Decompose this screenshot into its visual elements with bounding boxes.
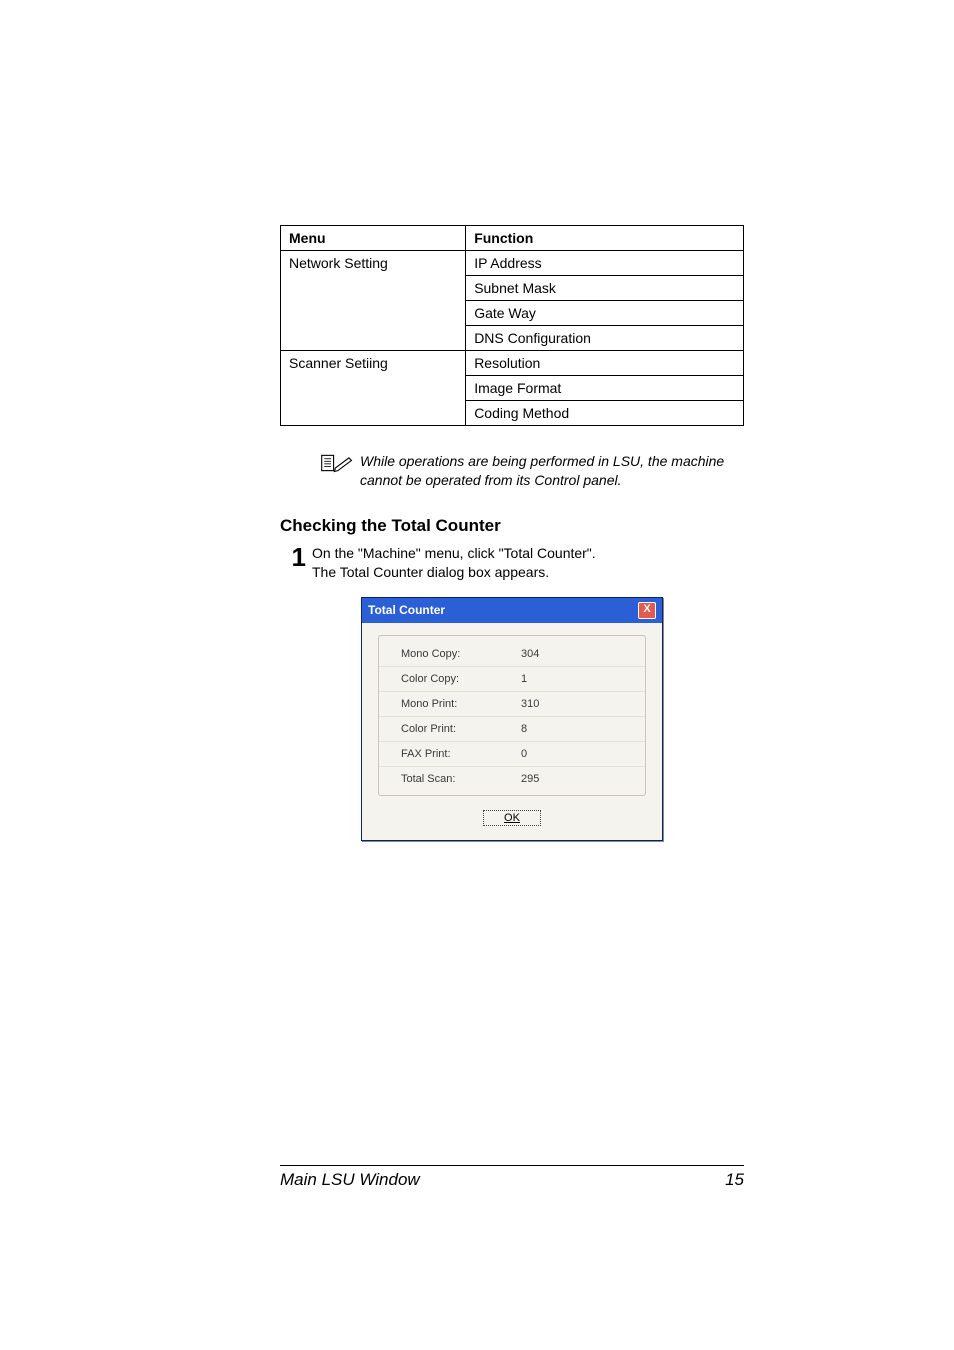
settings-table: Menu Function Network Setting IP Address… — [280, 225, 744, 426]
dialog-titlebar: Total Counter X — [362, 598, 662, 623]
counter-value: 310 — [521, 698, 539, 710]
counter-label: Total Scan: — [401, 773, 521, 785]
note-icon — [320, 452, 354, 477]
counter-label: Mono Print: — [401, 698, 521, 710]
counter-label: FAX Print: — [401, 748, 521, 760]
counter-value: 1 — [521, 673, 527, 685]
counter-row: Color Copy: 1 — [379, 667, 645, 692]
counter-row: Mono Copy: 304 — [379, 642, 645, 667]
total-counter-dialog: Total Counter X Mono Copy: 304 Color Cop… — [361, 597, 663, 841]
note-block: While operations are being performed in … — [280, 452, 744, 490]
counter-label: Color Copy: — [401, 673, 521, 685]
table-header-function: Function — [466, 226, 744, 251]
counter-value: 8 — [521, 723, 527, 735]
close-icon[interactable]: X — [638, 602, 656, 619]
page-footer: Main LSU Window 15 — [280, 1165, 744, 1190]
note-text: While operations are being performed in … — [360, 452, 744, 490]
step-text-line1: On the "Machine" menu, click "Total Coun… — [312, 544, 596, 564]
counter-value: 0 — [521, 748, 527, 760]
table-cell-menu: Scanner Setiing — [281, 351, 466, 426]
table-cell-function: Subnet Mask — [466, 276, 744, 301]
step-number: 1 — [280, 544, 312, 570]
counter-row: Color Print: 8 — [379, 717, 645, 742]
table-cell-function: DNS Configuration — [466, 326, 744, 351]
table-cell-menu: Network Setting — [281, 251, 466, 351]
counter-row: Mono Print: 310 — [379, 692, 645, 717]
ok-button-label: OK — [504, 812, 520, 824]
counter-value: 295 — [521, 773, 539, 785]
dialog-title-text: Total Counter — [368, 603, 445, 617]
counter-value: 304 — [521, 648, 539, 660]
footer-page-number: 15 — [725, 1170, 744, 1190]
section-heading: Checking the Total Counter — [280, 516, 744, 536]
table-cell-function: Gate Way — [466, 301, 744, 326]
footer-title: Main LSU Window — [280, 1170, 420, 1190]
ok-button[interactable]: OK — [483, 810, 541, 826]
table-cell-function: Coding Method — [466, 401, 744, 426]
table-header-menu: Menu — [281, 226, 466, 251]
counter-label: Color Print: — [401, 723, 521, 735]
step-text-line2: The Total Counter dialog box appears. — [312, 563, 596, 583]
table-cell-function: IP Address — [466, 251, 744, 276]
table-cell-function: Resolution — [466, 351, 744, 376]
counter-label: Mono Copy: — [401, 648, 521, 660]
counter-row: Total Scan: 295 — [379, 767, 645, 791]
counter-row: FAX Print: 0 — [379, 742, 645, 767]
table-cell-function: Image Format — [466, 376, 744, 401]
counter-panel: Mono Copy: 304 Color Copy: 1 Mono Print:… — [378, 635, 646, 796]
